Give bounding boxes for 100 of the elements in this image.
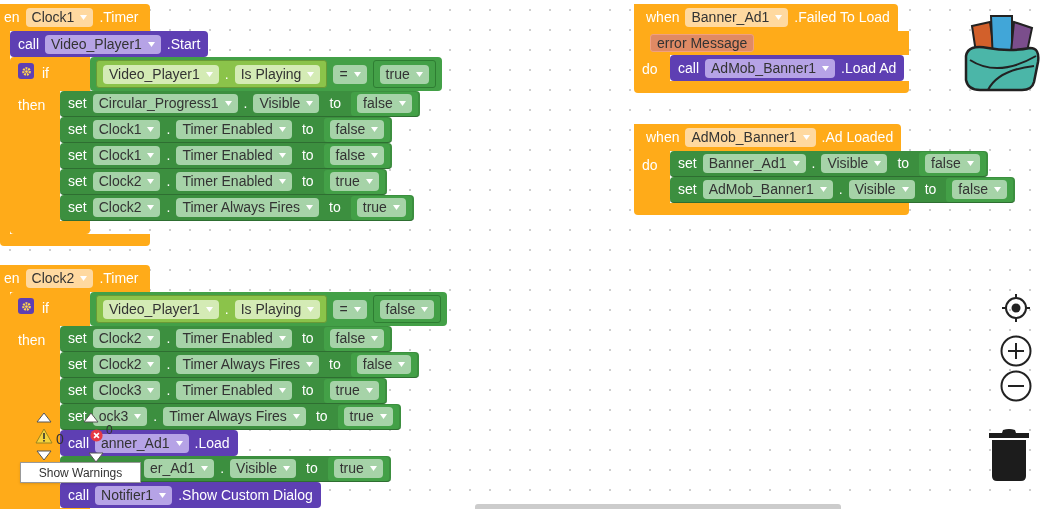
dropdown-field[interactable]: true [343, 407, 393, 426]
setter-block[interactable]: set Clock2 . Timer Enabled to true [60, 169, 387, 195]
down-arrow-icon[interactable] [36, 450, 52, 461]
dropdown-field[interactable]: AdMob_Banner1 [705, 58, 836, 78]
value-block[interactable]: false [323, 326, 391, 351]
setter-block[interactable]: set Banner_Ad1 . Visible to false [670, 151, 988, 177]
dropdown-field[interactable]: Timer Enabled [176, 329, 292, 348]
dropdown-field[interactable]: Timer Enabled [176, 381, 292, 400]
dropdown-field[interactable]: Clock2 [92, 329, 161, 348]
dropdown-field[interactable]: Timer Always Fires [163, 407, 306, 426]
setter-block[interactable]: set AdMob_Banner1 . Visible to false [670, 177, 1015, 203]
dropdown-field[interactable]: false [379, 299, 435, 319]
setter-block[interactable]: set Clock2 . Timer Enabled to false [60, 326, 393, 352]
dropdown-field[interactable]: Clock3 [92, 381, 161, 400]
dropdown-field[interactable]: Is Playing [234, 299, 321, 319]
value-block[interactable]: true [323, 378, 385, 403]
dropdown-field[interactable]: false [356, 355, 412, 374]
dropdown-field[interactable]: Banner_Ad1 [685, 8, 789, 27]
dropdown-field[interactable]: false [925, 154, 980, 173]
dropdown-field[interactable]: Visible [821, 154, 888, 173]
event-block-header[interactable]: when AdMob_Banner1 .Ad Loaded [634, 124, 902, 151]
trash-icon[interactable] [987, 428, 1031, 482]
dropdown-field[interactable]: Clock1 [92, 146, 161, 165]
dropdown-field[interactable]: anner_Ad1 [95, 433, 189, 453]
event-block-header[interactable]: when Banner_Ad1 .Failed To Load [634, 4, 898, 31]
compare-block[interactable]: Video_Player1 . Is Playing = false [90, 292, 448, 326]
getter-block[interactable]: Video_Player1 . Is Playing [96, 295, 328, 323]
dropdown-field[interactable]: Visible [848, 180, 915, 199]
caret-icon [379, 414, 387, 419]
getter-block[interactable]: Video_Player1 . Is Playing [96, 60, 328, 88]
dropdown-field[interactable]: Circular_Progress1 [92, 94, 238, 113]
up-arrow-icon[interactable] [36, 412, 52, 423]
value-block[interactable]: false [351, 91, 418, 116]
compare-block[interactable]: Video_Player1 . Is Playing = true [90, 57, 442, 91]
caret-icon [147, 362, 155, 367]
call-block[interactable]: call AdMob_Banner1 .Load Ad [670, 55, 905, 81]
setter-block[interactable]: set Clock3 . Timer Enabled to true [60, 378, 387, 404]
value-block[interactable]: false [323, 143, 391, 168]
recenter-icon[interactable] [1000, 292, 1032, 324]
call-block[interactable]: call Video_Player1 .Start [10, 31, 209, 57]
dropdown-field[interactable]: false [329, 329, 385, 348]
dropdown-field[interactable]: Clock1 [92, 120, 161, 139]
value-block[interactable]: false [372, 295, 442, 323]
dropdown-field[interactable]: Clock2 [92, 198, 161, 217]
dropdown-field[interactable]: Clock1 [25, 8, 94, 27]
dropdown-field[interactable]: = [333, 299, 367, 319]
parameter-block[interactable]: error Message [650, 34, 755, 52]
dropdown-field[interactable]: Clock2 [25, 269, 94, 288]
dropdown-field[interactable]: true [333, 459, 383, 478]
value-block[interactable]: true [337, 404, 399, 429]
dropdown-field[interactable]: Video_Player1 [103, 299, 219, 319]
value-block[interactable]: false [946, 177, 1013, 202]
dropdown-field[interactable]: Timer Always Fires [176, 355, 320, 374]
dropdown-field[interactable]: Is Playing [234, 64, 321, 84]
zoom-in-icon[interactable] [1000, 335, 1032, 367]
value-block[interactable]: true [350, 195, 412, 220]
dropdown-field[interactable]: true [379, 64, 429, 84]
value-block[interactable]: false [919, 151, 986, 176]
dropdown-field[interactable]: Notifier1 [95, 485, 173, 505]
value-block[interactable]: true [327, 456, 389, 481]
dropdown-field[interactable]: true [329, 381, 379, 400]
dropdown-field[interactable]: true [356, 198, 406, 217]
dropdown-field[interactable]: AdMob_Banner1 [685, 128, 816, 147]
dropdown-field[interactable]: false [329, 120, 385, 139]
value-block[interactable]: true [323, 169, 385, 194]
down-arrow-icon[interactable] [88, 452, 104, 463]
setter-block[interactable]: set Clock1 . Timer Enabled to false [60, 143, 393, 169]
warning-icon[interactable] [35, 428, 53, 444]
setter-block[interactable]: set Clock2 . Timer Always Fires to true [60, 195, 414, 221]
dropdown-field[interactable]: Video_Player1 [103, 64, 219, 84]
dropdown-field[interactable]: ock3 [92, 407, 148, 426]
dropdown-field[interactable]: er_Ad1 [144, 459, 215, 478]
value-block[interactable]: true [372, 60, 436, 88]
value-block[interactable]: false [350, 352, 418, 377]
setter-block[interactable]: set Clock1 . Timer Enabled to false [60, 117, 393, 143]
dropdown-field[interactable]: = [333, 64, 367, 84]
event-block-header[interactable]: en Clock1 .Timer [0, 4, 150, 31]
horizontal-scrollbar[interactable] [475, 504, 841, 509]
dropdown-field[interactable]: Visible [253, 94, 320, 113]
dropdown-field[interactable]: Timer Enabled [176, 146, 292, 165]
dropdown-field[interactable]: Timer Always Fires [176, 198, 320, 217]
dropdown-field[interactable]: Video_Player1 [45, 34, 161, 54]
dropdown-field[interactable]: AdMob_Banner1 [702, 180, 833, 199]
zoom-out-icon[interactable] [1000, 370, 1032, 402]
dropdown-field[interactable]: Clock2 [92, 172, 161, 191]
dropdown-field[interactable]: Timer Enabled [176, 120, 292, 139]
dropdown-field[interactable]: Clock2 [92, 355, 161, 374]
dropdown-field[interactable]: false [329, 146, 385, 165]
error-icon[interactable] [90, 429, 103, 442]
dropdown-field[interactable]: true [329, 172, 379, 191]
dropdown-field[interactable]: false [357, 94, 412, 113]
setter-block[interactable]: set Circular_Progress1 . Visible to false [60, 91, 420, 117]
event-block-header[interactable]: en Clock2 .Timer [0, 265, 150, 292]
setter-block[interactable]: set Clock2 . Timer Always Fires to false [60, 352, 420, 378]
value-block[interactable]: false [323, 117, 391, 142]
dropdown-field[interactable]: Visible [230, 459, 297, 478]
dropdown-field[interactable]: Timer Enabled [176, 172, 292, 191]
dropdown-field[interactable]: Banner_Ad1 [702, 154, 806, 173]
call-block[interactable]: call Notifier1 .Show Custom Dialog [60, 482, 321, 508]
dropdown-field[interactable]: false [952, 180, 1007, 199]
